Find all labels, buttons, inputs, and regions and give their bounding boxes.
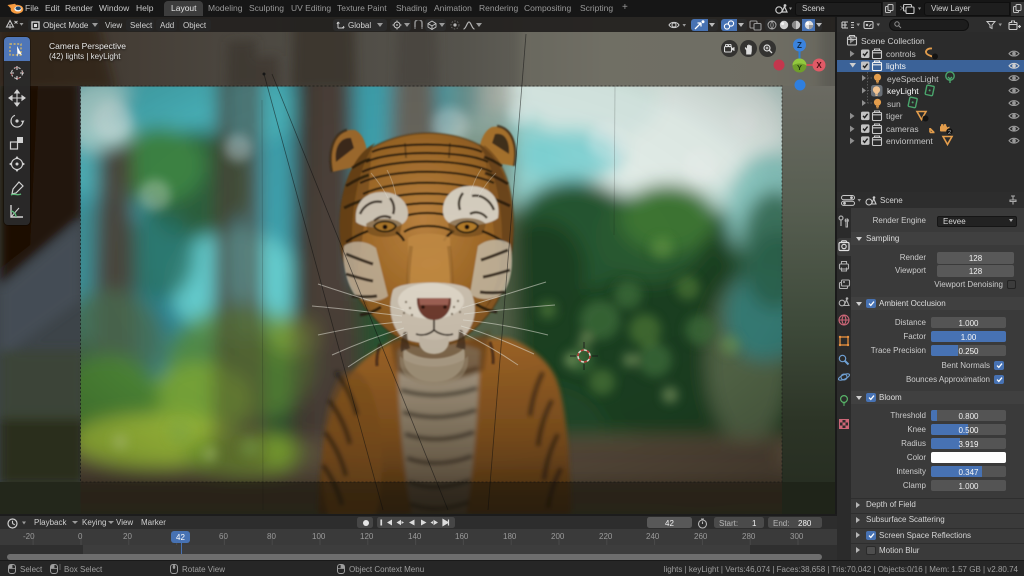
svg-text:2: 2 [948, 130, 951, 136]
svg-text:Y: Y [797, 63, 802, 72]
svg-text:X: X [816, 61, 822, 70]
svg-text:Z: Z [797, 41, 802, 50]
